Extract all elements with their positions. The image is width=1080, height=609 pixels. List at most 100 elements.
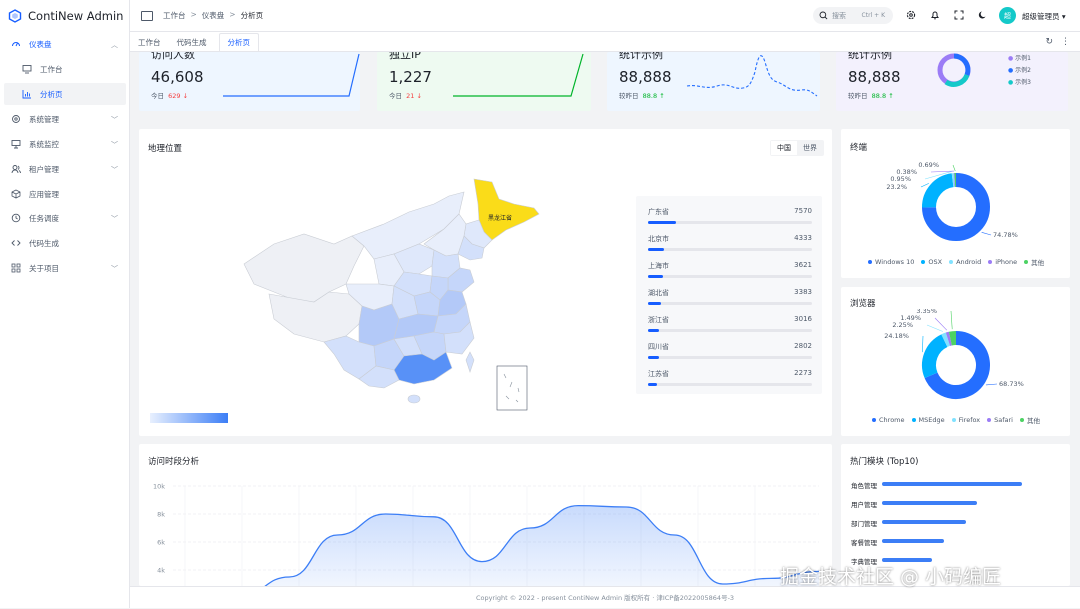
arrow-down-icon: ↓ (417, 92, 422, 100)
list-item: 广东省7570 (648, 202, 812, 229)
sidebar-item-system[interactable]: 系统管理 ﹀ (0, 107, 130, 132)
pie-label: 0.38% (896, 168, 917, 176)
hot-module-bar (882, 539, 944, 543)
pie-label: 23.2% (886, 183, 907, 191)
avatar[interactable]: 超 (999, 7, 1016, 24)
pie-label-line (935, 318, 947, 330)
stat-sub: 今日 21 ↓ (389, 90, 422, 100)
tab-analysis[interactable]: 分析页 (219, 33, 260, 51)
china-map (234, 174, 544, 414)
map-highlight-label: 黑龙江省 (488, 213, 512, 222)
toggle-china[interactable]: 中国 (771, 141, 797, 155)
pie-label: 1.49% (900, 314, 921, 322)
sidebar-item-dashboard[interactable]: 仪表盘 ︿ (0, 32, 130, 57)
sidebar-item-analysis[interactable]: 分析页 (4, 83, 126, 105)
breadcrumb-item[interactable]: 工作台 (163, 10, 186, 21)
stat-title: 访问人数 (151, 52, 195, 62)
dashboard-icon (11, 39, 21, 49)
toggle-world[interactable]: 世界 (797, 141, 823, 155)
stat-card-ip: 独立IP 1,227 今日 21 ↓ (377, 52, 591, 111)
sidebar-item-app[interactable]: 应用管理 (0, 182, 130, 207)
refresh-icon[interactable]: ↻ (1045, 37, 1053, 47)
users-icon (11, 164, 21, 174)
chevron-right-icon: > (191, 10, 197, 21)
chevron-down-icon: ﹀ (111, 165, 118, 175)
rank-bar (648, 329, 659, 332)
logo[interactable]: ContiNew Admin (0, 0, 129, 32)
pie-slice (929, 341, 944, 376)
sidebar-item-workbench[interactable]: 工作台 (0, 57, 130, 82)
stat-title: 独立IP (389, 52, 421, 62)
terminal-legend: Windows 10 OSX Android iPhone 其他 (868, 257, 1044, 267)
geo-toggle[interactable]: 中国 世界 (770, 140, 824, 156)
arrow-up-icon: ↑ (659, 92, 664, 100)
bell-icon[interactable] (930, 10, 940, 20)
tab-workbench[interactable]: 工作台 (130, 33, 169, 51)
sidebar-item-tenant[interactable]: 租户管理 ﹀ (0, 157, 130, 182)
pie-label: 2.25% (892, 321, 913, 329)
pie-label-line (921, 183, 929, 187)
search-icon (819, 11, 828, 20)
pie-label-line (951, 311, 952, 329)
list-item: 湖北省3383 (648, 283, 812, 310)
hot-module-bar (882, 520, 966, 524)
menu-collapse-icon[interactable] (141, 11, 153, 21)
map-visual-scale (150, 413, 228, 423)
breadcrumb-item: 分析页 (241, 10, 264, 21)
rank-bar (648, 356, 659, 359)
sidebar-item-monitor[interactable]: 系统监控 ﹀ (0, 132, 130, 157)
breadcrumb-item[interactable]: 仪表盘 (202, 10, 225, 21)
rank-bar (648, 383, 657, 386)
settings-icon (11, 114, 21, 124)
apps-icon (11, 263, 21, 273)
monitor-icon (22, 64, 32, 74)
terminal-donut-chart: 74.78%23.2%0.95%0.38%0.69% (841, 151, 1070, 251)
list-item: 四川省2802 (648, 337, 812, 364)
hot-module-row: 用户管理 (851, 499, 1061, 518)
fullscreen-icon[interactable] (954, 10, 964, 20)
pie-label: 24.18% (884, 332, 909, 340)
list-item: 上海市3621 (648, 256, 812, 283)
visits-title: 访问时段分析 (148, 455, 199, 467)
rank-bar (648, 275, 663, 278)
search-shortcut: Ctrl + K (862, 12, 885, 19)
rank-bar (648, 302, 661, 305)
hot-module-label: 用户管理 (851, 499, 877, 509)
username[interactable]: 超级管理员 ▾ (1022, 11, 1066, 22)
pie-slice (948, 339, 950, 340)
arrow-up-icon: ↑ (888, 92, 893, 100)
pie-label-line (927, 325, 943, 331)
chevron-right-icon: > (229, 10, 235, 21)
footer: Copyright © 2022 - present ContiNew Admi… (130, 586, 1080, 608)
region-ranking: 广东省7570 北京市4333 上海市3621 湖北省3383 浙江省3016 … (636, 196, 822, 394)
stat-title: 统计示例 (619, 52, 663, 62)
sidebar-item-schedule[interactable]: 任务调度 ﹀ (0, 206, 130, 231)
pie-slice (950, 338, 956, 339)
hot-module-label: 客餐管理 (851, 537, 877, 547)
pie-label: 0.69% (918, 161, 939, 169)
top-header: 工作台 > 仪表盘 > 分析页 搜索 Ctrl + K 超 超级管理员 ▾ (130, 0, 1080, 32)
stat-card-example-2: 统计示例 88,888 较昨日 88.8 ↑ ● 示例1 ● 示例2 ● 示例3 (836, 52, 1068, 111)
hot-module-label: 部门管理 (851, 518, 877, 528)
clock-icon (11, 213, 21, 223)
hot-module-row: 角色管理 (851, 480, 1061, 499)
settings-icon[interactable] (906, 10, 916, 20)
stat-value: 46,608 (151, 68, 204, 86)
stat-value: 88,888 (619, 68, 672, 86)
geo-title: 地理位置 (148, 142, 182, 154)
list-item: 浙江省3016 (648, 310, 812, 337)
code-icon (11, 238, 21, 248)
sidebar-item-codegen[interactable]: 代码生成 (0, 231, 130, 256)
watermark: 掘金技术社区 @ 小码编匠 (780, 562, 1001, 589)
search-placeholder: 搜索 (832, 11, 846, 21)
pie-label-line (922, 336, 923, 352)
stat-value: 88,888 (848, 68, 901, 86)
stat-sub: 今日 629 ↓ (151, 90, 188, 100)
tab-codegen[interactable]: 代码生成 (169, 33, 215, 51)
more-icon[interactable]: ⋮ (1061, 37, 1070, 47)
search-input[interactable]: 搜索 Ctrl + K (813, 7, 893, 24)
sidebar-item-about[interactable]: 关于项目 ﹀ (0, 256, 130, 281)
stat-sparkline (451, 52, 591, 102)
bar-chart-icon (22, 89, 32, 99)
moon-icon[interactable] (978, 10, 988, 20)
